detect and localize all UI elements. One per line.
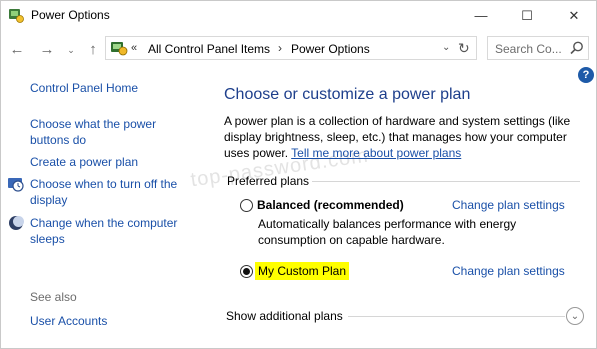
balanced-change-settings-link[interactable]: Change plan settings	[452, 198, 565, 212]
forward-button[interactable]: →	[38, 40, 56, 58]
chevron-down-icon: ⌄	[67, 44, 75, 55]
close-icon: ✕	[568, 7, 580, 23]
custom-plan-label[interactable]: My Custom Plan	[255, 262, 350, 280]
power-options-icon	[9, 9, 24, 23]
page-description: A power plan is a collection of hardware…	[224, 113, 579, 161]
minimize-icon: —	[474, 8, 488, 23]
address-bar[interactable]: « All Control Panel Items › Power Option…	[105, 36, 477, 60]
search-input[interactable]: Search Co...	[495, 42, 562, 56]
up-button[interactable]: ↑	[84, 40, 102, 58]
minimize-button[interactable]: —	[458, 0, 504, 31]
back-button[interactable]: ←	[8, 40, 26, 58]
see-also-heading: See also	[30, 290, 77, 304]
user-accounts-link[interactable]: User Accounts	[30, 313, 107, 329]
display-clock-icon	[8, 178, 24, 192]
computer-sleeps-link[interactable]: Change when the computer sleeps	[30, 215, 190, 247]
up-arrow-icon: ↑	[89, 40, 97, 58]
address-dropdown-icon[interactable]: ⌄	[442, 42, 450, 53]
group-divider	[312, 181, 580, 182]
sleep-moon-icon	[9, 216, 24, 230]
maximize-button[interactable]: ☐	[504, 0, 550, 31]
control-panel-icon	[111, 42, 128, 56]
power-buttons-link[interactable]: Choose what the power buttons do	[30, 116, 180, 148]
recent-locations-button[interactable]: ⌄	[62, 41, 80, 59]
custom-change-settings-link[interactable]: Change plan settings	[452, 264, 565, 278]
search-box[interactable]: Search Co...	[487, 36, 589, 60]
page-title: Choose or customize a power plan	[224, 86, 471, 103]
refresh-icon[interactable]: ↻	[458, 40, 470, 57]
show-additional-plans-label[interactable]: Show additional plans	[226, 309, 343, 323]
close-button[interactable]: ✕	[551, 0, 597, 31]
window-title: Power Options	[31, 8, 110, 22]
breadcrumb-power-options[interactable]: Power Options	[291, 42, 370, 56]
breadcrumb-overflow[interactable]: «	[131, 42, 137, 54]
balanced-plan-label[interactable]: Balanced (recommended)	[257, 198, 404, 212]
expand-plans-button[interactable]: ⌄	[566, 307, 584, 325]
back-arrow-icon: ←	[9, 40, 25, 58]
title-bar: Power Options — ☐ ✕	[0, 0, 597, 31]
navigation-bar: ← → ⌄ ↑ « All Control Panel Items › Powe…	[0, 31, 597, 66]
control-panel-home-link[interactable]: Control Panel Home	[30, 80, 138, 96]
balanced-plan-radio[interactable]	[240, 199, 253, 212]
help-icon: ?	[582, 69, 590, 81]
forward-arrow-icon: →	[39, 40, 55, 58]
learn-more-link[interactable]: Tell me more about power plans	[291, 146, 461, 160]
search-icon	[570, 41, 583, 55]
maximize-icon: ☐	[521, 7, 533, 23]
preferred-plans-label: Preferred plans	[227, 174, 310, 188]
turn-off-display-link[interactable]: Choose when to turn off the display	[30, 176, 190, 208]
custom-plan-radio[interactable]	[240, 265, 253, 278]
help-button[interactable]: ?	[578, 67, 594, 83]
chevron-down-icon: ⌄	[570, 310, 580, 322]
show-more-divider	[348, 316, 565, 317]
create-power-plan-link[interactable]: Create a power plan	[30, 154, 138, 170]
sidebar: Control Panel Home Choose what the power…	[0, 66, 205, 349]
balanced-plan-description: Automatically balances performance with …	[258, 217, 517, 247]
breadcrumb-all-control-panel-items[interactable]: All Control Panel Items	[148, 42, 270, 56]
breadcrumb-separator[interactable]: ›	[278, 41, 282, 55]
